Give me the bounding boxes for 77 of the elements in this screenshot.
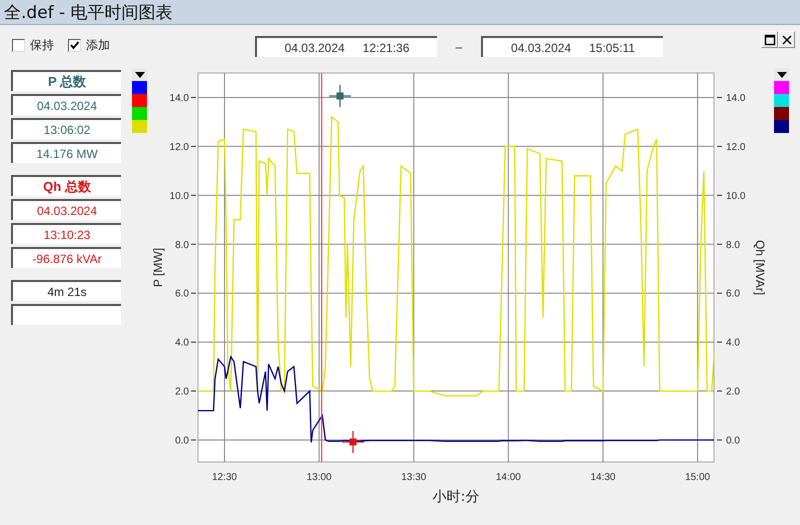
color-swatch[interactable] [774, 120, 789, 133]
color-swatch[interactable] [774, 94, 789, 107]
axis-tick-label: 6.0 [175, 288, 189, 300]
axis-tick-label: 4.0 [175, 338, 189, 349]
tick-mark [716, 439, 722, 440]
axis-tick-label: 15:00 [685, 472, 710, 483]
tick-mark [190, 194, 196, 196]
axis-tick-label: 10.0 [170, 190, 189, 202]
tick-mark [190, 292, 196, 294]
checkbox[interactable] [68, 39, 81, 52]
tick-mark [190, 244, 196, 245]
dropdown-triangle-icon [134, 72, 144, 78]
cursor-line[interactable] [321, 73, 322, 462]
axis-tick-label: 14:30 [590, 472, 616, 483]
dropdown-triangle-icon [776, 72, 786, 78]
tick-mark [190, 146, 196, 147]
cursor-value: 14.176 MW [11, 142, 121, 163]
tick-mark [716, 96, 722, 98]
axis-tick-label: 14:00 [496, 472, 521, 483]
axis-tick-label: 13:00 [306, 472, 332, 483]
tick-mark [716, 292, 722, 294]
axis-tick-label: 8.0 [726, 240, 740, 251]
close-icon [780, 34, 792, 46]
cursor-date: 04.03.2024 [11, 94, 121, 115]
axis-tick-label: 2.0 [726, 386, 740, 398]
y2-axis-title: Qh [MVAr] [753, 240, 767, 296]
axis-tick-label: 13:30 [401, 472, 426, 483]
axis-tick-label: 4.0 [726, 338, 740, 349]
tick-mark [190, 342, 196, 343]
axis-tick-label: 14.0 [170, 92, 189, 104]
end-time-field[interactable]: 04.03.2024 15:05:11 [481, 36, 663, 57]
axis-tick-label: 12.0 [726, 142, 746, 153]
checkbox-option[interactable]: 保持 [12, 37, 54, 54]
color-swatch[interactable] [774, 107, 789, 120]
axis-tick-label: 0.0 [175, 435, 189, 446]
axis-tick-label: 8.0 [175, 240, 189, 251]
y-axis-title: P [MW] [151, 248, 165, 288]
axis-tick-label: 6.0 [726, 288, 740, 300]
tick-mark [716, 194, 722, 196]
x-axis-title: 小时:分 [432, 489, 480, 505]
cursor-time: 13:10:23 [11, 223, 121, 244]
range-separator: – [454, 40, 464, 54]
axis-tick-label: 10.0 [726, 190, 746, 202]
tick-mark [190, 439, 196, 440]
color-swatch[interactable] [132, 107, 147, 120]
checkbox-option[interactable]: 添加 [68, 37, 110, 54]
color-swatch[interactable] [774, 81, 789, 94]
window-title: 全.def - 电平时间图表 [4, 2, 173, 24]
axis-tick-label: 12:30 [212, 472, 237, 483]
cursor-date: 04.03.2024 [11, 199, 121, 220]
color-swatch[interactable] [132, 94, 147, 107]
color-swatch[interactable] [132, 81, 147, 94]
axis-tick-label: 0.0 [726, 435, 740, 446]
tick-mark [190, 96, 196, 98]
legend-dropdown[interactable] [132, 68, 147, 81]
crosshair-marker-drawing[interactable] [342, 431, 364, 453]
legend-dropdown[interactable] [774, 68, 789, 81]
start-time-field[interactable]: 04.03.2024 12:21:36 [255, 36, 437, 57]
checkbox[interactable] [12, 39, 25, 52]
cursor-time: 13:06:02 [11, 118, 121, 139]
tick-mark [190, 390, 196, 392]
tick-mark [716, 342, 722, 343]
axis-tick-label: 12.0 [170, 142, 189, 153]
crosshair-marker-drawing[interactable] [329, 85, 351, 107]
cursor-title: P 总数 [11, 70, 121, 91]
color-swatch[interactable] [132, 120, 147, 133]
tick-mark [716, 146, 722, 147]
tick-mark [716, 390, 722, 392]
cursor-value: -96.876 kVAr [11, 247, 121, 268]
restore-button[interactable] [761, 31, 778, 48]
axis-tick-label: 2.0 [175, 386, 189, 398]
interval-value: 4m 21s [11, 280, 121, 301]
axis-tick-label: 14.0 [726, 92, 746, 104]
cursor-title: Qh 总数 [11, 175, 121, 196]
close-button[interactable] [778, 31, 795, 48]
restore-icon [764, 34, 776, 46]
tick-mark [716, 244, 722, 245]
